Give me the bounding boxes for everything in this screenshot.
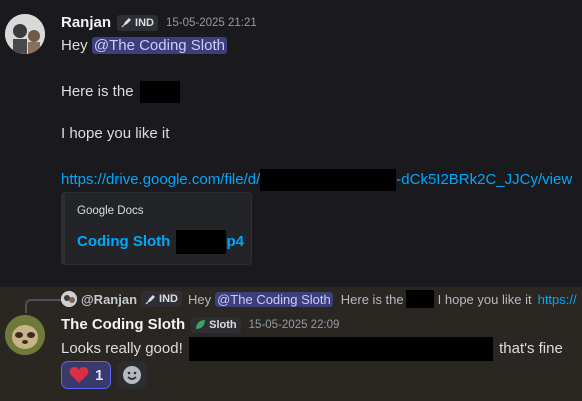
embed-title[interactable]: Coding Sloth p4 bbox=[77, 230, 244, 254]
reply-mention[interactable]: @The Coding Sloth bbox=[215, 291, 333, 307]
message-line-3: I hope you like it bbox=[61, 125, 170, 142]
reply-guild-tag: IND bbox=[141, 291, 182, 307]
timestamp: 15-05-2025 22:09 bbox=[248, 318, 340, 331]
reply-preview[interactable]: @Ranjan IND Hey @The Coding Sloth Here i… bbox=[61, 290, 577, 308]
redaction-box bbox=[188, 337, 493, 361]
drive-link[interactable]: https://drive.google.com/file/d/-dCk5I2B… bbox=[61, 169, 572, 191]
redaction-box bbox=[260, 169, 397, 191]
reaction-count: 1 bbox=[95, 366, 104, 384]
message-coding-sloth: @Ranjan IND Hey @The Coding Sloth Here i… bbox=[0, 287, 582, 401]
rocket-icon bbox=[121, 18, 132, 28]
message-line-1: Looks really good! that's fine bbox=[61, 337, 563, 361]
user-mention[interactable]: @The Coding Sloth bbox=[91, 37, 227, 54]
reply-avatar bbox=[61, 291, 77, 307]
message-line-1: Hey @The Coding Sloth bbox=[61, 37, 227, 54]
timestamp: 15-05-2025 21:21 bbox=[165, 16, 257, 29]
avatar-coding-sloth[interactable] bbox=[5, 315, 45, 355]
add-reaction-button[interactable] bbox=[117, 361, 148, 389]
reaction-heart[interactable]: 1 bbox=[61, 361, 112, 389]
redaction-box bbox=[176, 230, 227, 254]
username[interactable]: The Coding Sloth bbox=[61, 316, 185, 333]
reactions: 1 bbox=[61, 361, 148, 389]
username[interactable]: Ranjan bbox=[61, 14, 111, 31]
message-header: The Coding Sloth Sloth 15-05-2025 22:09 bbox=[61, 316, 339, 333]
redaction-box bbox=[405, 290, 434, 308]
rocket-icon bbox=[145, 294, 156, 304]
reply-author[interactable]: @Ranjan bbox=[81, 292, 137, 307]
reply-link[interactable]: https:// bbox=[538, 292, 577, 307]
smiley-icon bbox=[123, 366, 142, 384]
avatar-ranjan[interactable] bbox=[5, 14, 45, 54]
message-ranjan: Ranjan IND 15-05-2025 21:21 Hey @The Cod… bbox=[0, 0, 582, 287]
leaf-icon bbox=[196, 320, 206, 329]
message-line-2: Here is the bbox=[61, 81, 180, 103]
link-embed: Google Docs Coding Sloth p4 bbox=[61, 192, 252, 265]
reply-spine bbox=[25, 299, 61, 313]
embed-provider[interactable]: Google Docs bbox=[77, 205, 143, 217]
guild-tag[interactable]: Sloth bbox=[191, 316, 241, 333]
redaction-box bbox=[139, 81, 180, 103]
heart-icon bbox=[69, 367, 89, 383]
guild-tag[interactable]: IND bbox=[117, 14, 158, 31]
message-header: Ranjan IND 15-05-2025 21:21 bbox=[61, 14, 257, 31]
